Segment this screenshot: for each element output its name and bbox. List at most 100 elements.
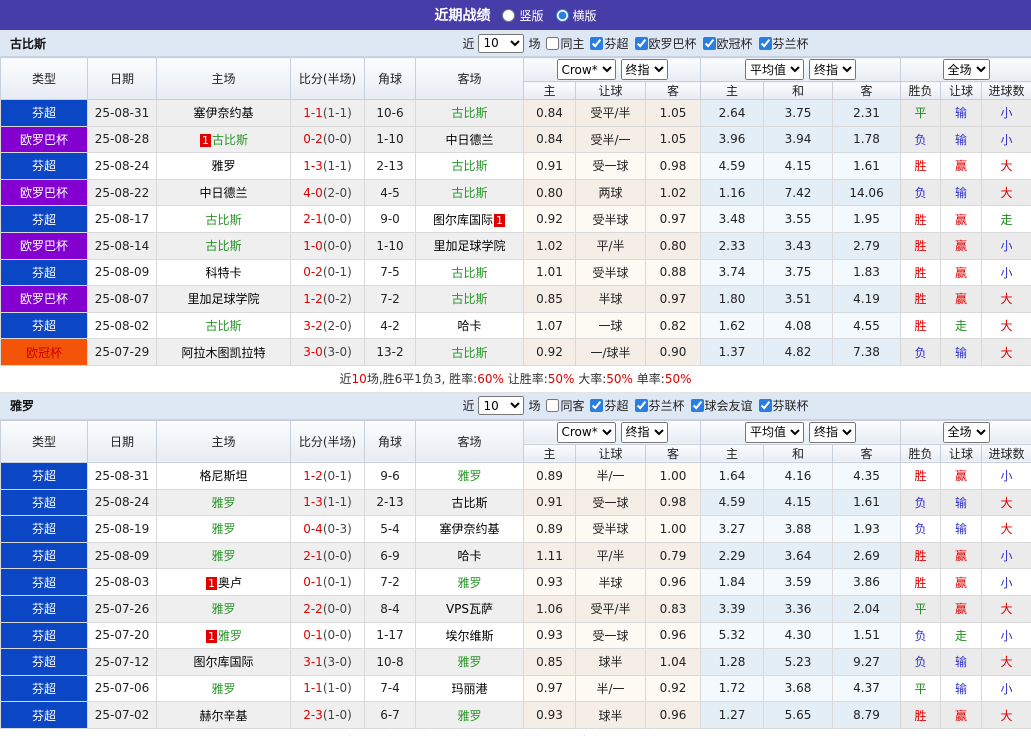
league-filter-option[interactable]: 芬联杯 — [758, 397, 809, 414]
corners: 9-0 — [364, 205, 416, 233]
fulltime-score: 2-3 — [303, 708, 323, 723]
avg-home: 4.59 — [700, 488, 765, 517]
avg-source-select[interactable]: 平均值 — [745, 421, 805, 443]
summary-segment: 单率: — [632, 372, 665, 387]
avg-home: 2.33 — [700, 231, 765, 260]
league-checkbox[interactable] — [758, 36, 772, 50]
table-row: 芬超 25-07-12 图尔库国际 3-1(3-0) 10-8 雅罗 0.85 球半 1.04 1… — [0, 648, 1031, 676]
home-team: 古比斯 — [156, 231, 291, 260]
summary-segment: 让胜率: — [503, 372, 548, 387]
odds-handicap: 半/一 — [575, 461, 646, 490]
table-row: 欧罗巴杯 25-08-28 1 古比斯 0-2(0-0) 1-10 中日德兰 0.84 受半/一… — [0, 125, 1031, 154]
result-handicap: 输 — [940, 125, 983, 154]
full-match-select[interactable]: 全场 — [942, 59, 990, 80]
halftime-score: (1-1) — [322, 105, 352, 120]
same-venue-checkbox[interactable] — [546, 36, 560, 50]
league-filter-option[interactable]: 芬兰杯 — [634, 397, 685, 414]
avg-home: 3.27 — [700, 515, 765, 543]
odds-handicap: 球半 — [575, 648, 646, 676]
avg-home: 1.80 — [700, 285, 765, 313]
avg-draw: 4.30 — [763, 621, 834, 650]
same-venue-checkbox[interactable] — [546, 399, 560, 413]
league-checkbox[interactable] — [690, 399, 704, 413]
league-badge: 芬超 — [0, 488, 88, 517]
team-name: 古比斯 — [451, 292, 488, 307]
league-badge: 芬超 — [0, 594, 88, 623]
result-goals: 大 — [981, 701, 1031, 729]
table-row: 芬超 25-08-19 雅罗 0-4(0-3) 5-4 塞伊奈约基 0.89 受半球 1.00 3… — [0, 515, 1031, 543]
league-checkbox[interactable] — [758, 399, 772, 413]
league-filter-option[interactable]: 欧罗巴杯 — [634, 35, 697, 52]
result-handicap: 输 — [940, 674, 983, 703]
table-row: 芬超 25-08-17 古比斯 2-1(0-0) 9-0 图尔库国际 1 0.92 受半球 0.9… — [0, 205, 1031, 233]
result-goals: 小 — [981, 99, 1031, 127]
vertical-layout-option[interactable]: 竖版 — [502, 7, 544, 24]
league-checkbox[interactable] — [590, 36, 604, 50]
match-date: 25-08-31 — [87, 461, 157, 490]
same-venue-option[interactable]: 同客 — [546, 397, 584, 414]
league-label: 芬超 — [604, 399, 629, 414]
same-venue-label: 同客 — [560, 399, 585, 414]
avg-away: 14.06 — [832, 178, 902, 207]
recent-count-select[interactable]: 10 — [478, 33, 525, 53]
col-odds-home: 主 — [523, 443, 576, 463]
col-avg-away: 客 — [832, 81, 902, 100]
league-checkbox[interactable] — [634, 399, 648, 413]
avg-away: 9.27 — [832, 648, 902, 676]
same-venue-option[interactable]: 同主 — [546, 35, 584, 52]
odds-handicap: 半球 — [575, 285, 646, 313]
result-handicap: 赢 — [940, 205, 983, 233]
col-away: 客场 — [415, 419, 524, 463]
away-team: 哈卡 — [415, 541, 524, 570]
same-venue-label: 同主 — [560, 36, 585, 51]
avg-final-select[interactable]: 终指 — [809, 421, 857, 443]
league-filter-option[interactable]: 芬超 — [590, 397, 629, 414]
league-filter-option[interactable]: 芬超 — [590, 35, 629, 52]
odds-company-select[interactable]: Crow* — [556, 421, 616, 443]
avg-away: 3.86 — [832, 568, 902, 596]
avg-final-select[interactable]: 终指 — [809, 59, 857, 80]
horizontal-layout-option[interactable]: 横版 — [555, 7, 597, 24]
result-outcome: 胜 — [900, 285, 942, 313]
recent-count-select[interactable]: 10 — [478, 396, 525, 416]
odds-away: 0.96 — [644, 621, 702, 650]
horizontal-layout-radio[interactable] — [555, 8, 569, 22]
avg-home: 1.27 — [700, 701, 765, 729]
league-badge: 芬超 — [0, 674, 88, 703]
away-team: 玛丽港 — [415, 674, 524, 703]
matches-table-team2: 类型 日期 主场 比分(半场) 角球 客场 Crow* 终指 平均值 终指 全场 — [0, 419, 1031, 729]
away-team: 古比斯 — [415, 99, 524, 127]
league-filter-option[interactable]: 球会友谊 — [690, 397, 753, 414]
team-name: 里加足球学院 — [187, 292, 260, 307]
avg-away: 4.37 — [832, 674, 902, 703]
league-checkbox[interactable] — [702, 36, 716, 50]
league-filter-option[interactable]: 芬兰杯 — [758, 35, 809, 52]
corners: 2-13 — [364, 152, 416, 180]
away-team: 里加足球学院 — [415, 231, 524, 260]
odds-company-select[interactable]: Crow* — [556, 59, 616, 80]
fulltime-score: 1-3 — [303, 158, 323, 173]
team-name: 古比斯 — [451, 186, 488, 201]
away-team: 雅罗 — [415, 568, 524, 596]
league-label: 欧冠杯 — [716, 36, 753, 51]
odds-handicap: 平/半 — [575, 231, 646, 260]
avg-away: 4.19 — [832, 285, 902, 313]
league-badge: 芬超 — [0, 205, 88, 233]
col-odds-away: 客 — [644, 81, 702, 100]
team-name: 雅罗 — [457, 469, 482, 484]
odds-away: 0.83 — [644, 594, 702, 623]
result-handicap: 赢 — [940, 594, 983, 623]
odds-final-select[interactable]: 终指 — [620, 421, 668, 443]
avg-source-select[interactable]: 平均值 — [745, 59, 805, 80]
result-goals: 大 — [981, 338, 1031, 366]
league-filter-option[interactable]: 欧冠杯 — [702, 35, 753, 52]
result-outcome: 负 — [900, 125, 942, 154]
odds-final-select[interactable]: 终指 — [620, 59, 668, 80]
league-checkbox[interactable] — [634, 36, 648, 50]
home-team: 图尔库国际 — [156, 648, 291, 676]
full-match-select[interactable]: 全场 — [942, 421, 990, 443]
vertical-layout-radio[interactable] — [502, 8, 516, 22]
league-checkbox[interactable] — [590, 399, 604, 413]
team-name: 塞伊奈约基 — [193, 106, 254, 121]
corners: 13-2 — [364, 338, 416, 366]
